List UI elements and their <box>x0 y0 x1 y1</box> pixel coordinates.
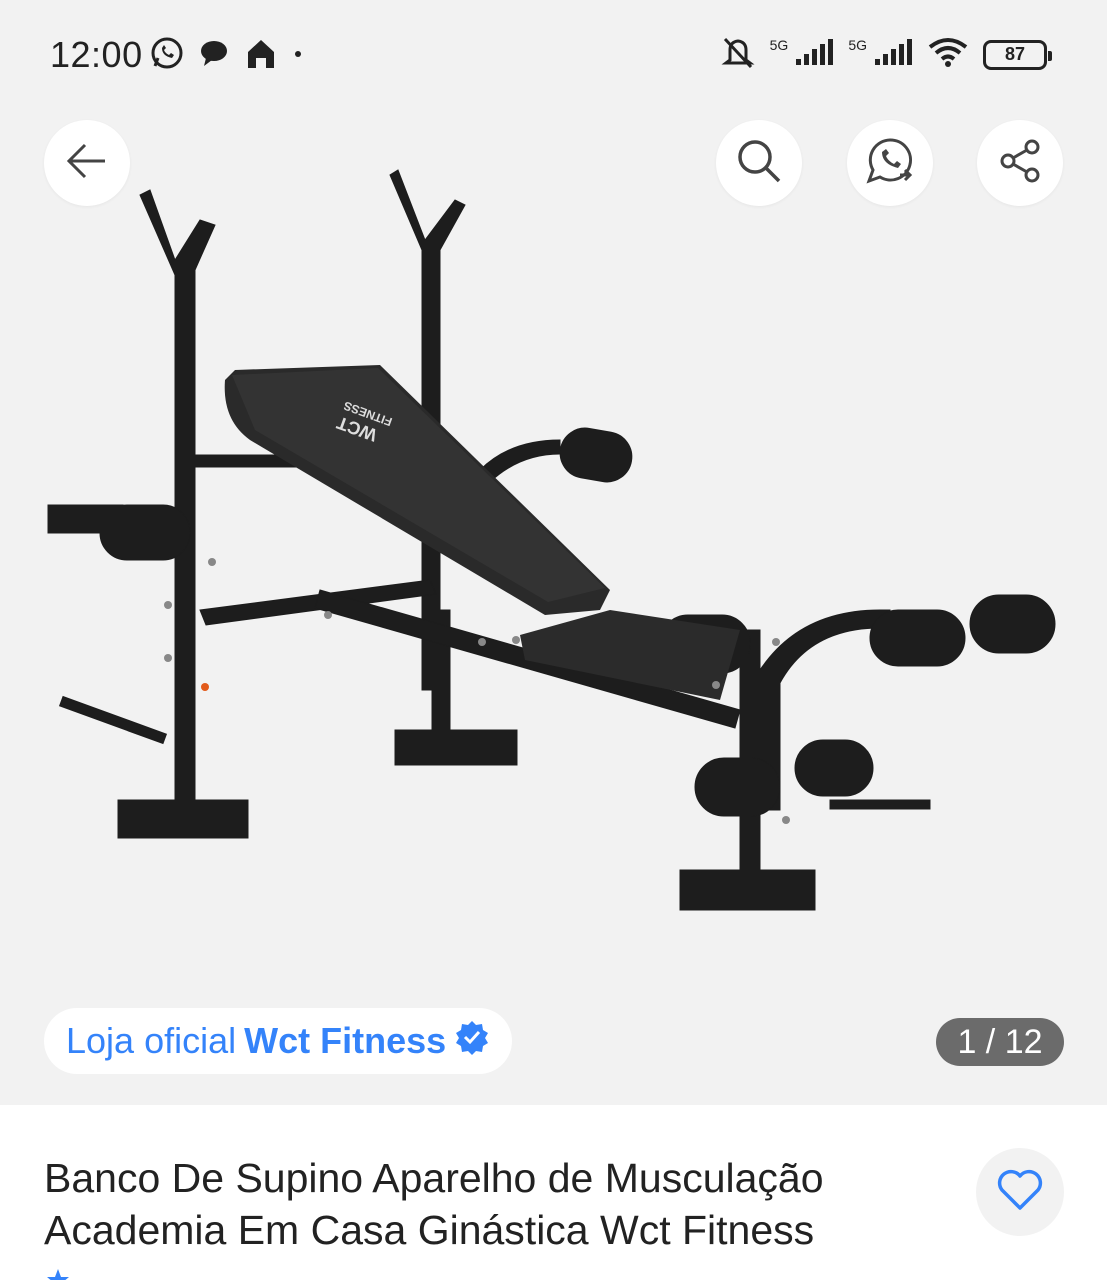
image-counter: 1 / 12 <box>936 1018 1064 1066</box>
rating-star-icon <box>46 1268 70 1280</box>
network-label-2: 5G <box>848 36 867 53</box>
whatsapp-share-icon <box>864 135 916 192</box>
product-image: WCT FITNESS <box>47 169 1056 911</box>
signal-icon <box>873 37 913 72</box>
status-time: 12:00 <box>50 34 143 75</box>
battery-icon: 87 <box>983 39 1052 70</box>
status-right-icons: 5G 5G 87 <box>720 34 1052 75</box>
search-button[interactable] <box>716 120 802 206</box>
whatsapp-share-button[interactable] <box>847 120 933 206</box>
favorite-button[interactable] <box>976 1148 1064 1236</box>
search-icon <box>734 136 784 191</box>
back-arrow-icon <box>63 137 111 190</box>
wifi-icon <box>927 36 969 73</box>
store-prefix: Loja oficial <box>66 1020 237 1061</box>
official-store-link[interactable]: Loja oficial Wct Fitness <box>44 1008 513 1074</box>
whatsapp-icon <box>150 36 184 75</box>
product-title: Banco De Supino Aparelho de Musculação A… <box>44 1155 824 1253</box>
store-name: Wct Fitness <box>244 1020 447 1061</box>
back-button[interactable] <box>44 120 130 206</box>
share-button[interactable] <box>977 120 1063 206</box>
verified-badge-icon <box>454 1019 490 1064</box>
network-label-1: 5G <box>769 36 789 53</box>
dot-icon <box>292 47 304 65</box>
signal-icon <box>794 37 834 72</box>
product-image-gallery[interactable]: WCT FITNESS Loja oficial Wct Fitness 1 /… <box>0 110 1107 1105</box>
status-left-icons <box>150 36 304 75</box>
bell-off-icon <box>720 34 756 75</box>
chat-bubble-icon <box>198 38 230 73</box>
status-bar: 12:00 5G 5G 87 <box>0 0 1107 110</box>
share-icon <box>996 137 1044 190</box>
home-icon <box>244 36 278 75</box>
heart-icon <box>996 1168 1044 1217</box>
backrest-pad <box>224 365 610 615</box>
